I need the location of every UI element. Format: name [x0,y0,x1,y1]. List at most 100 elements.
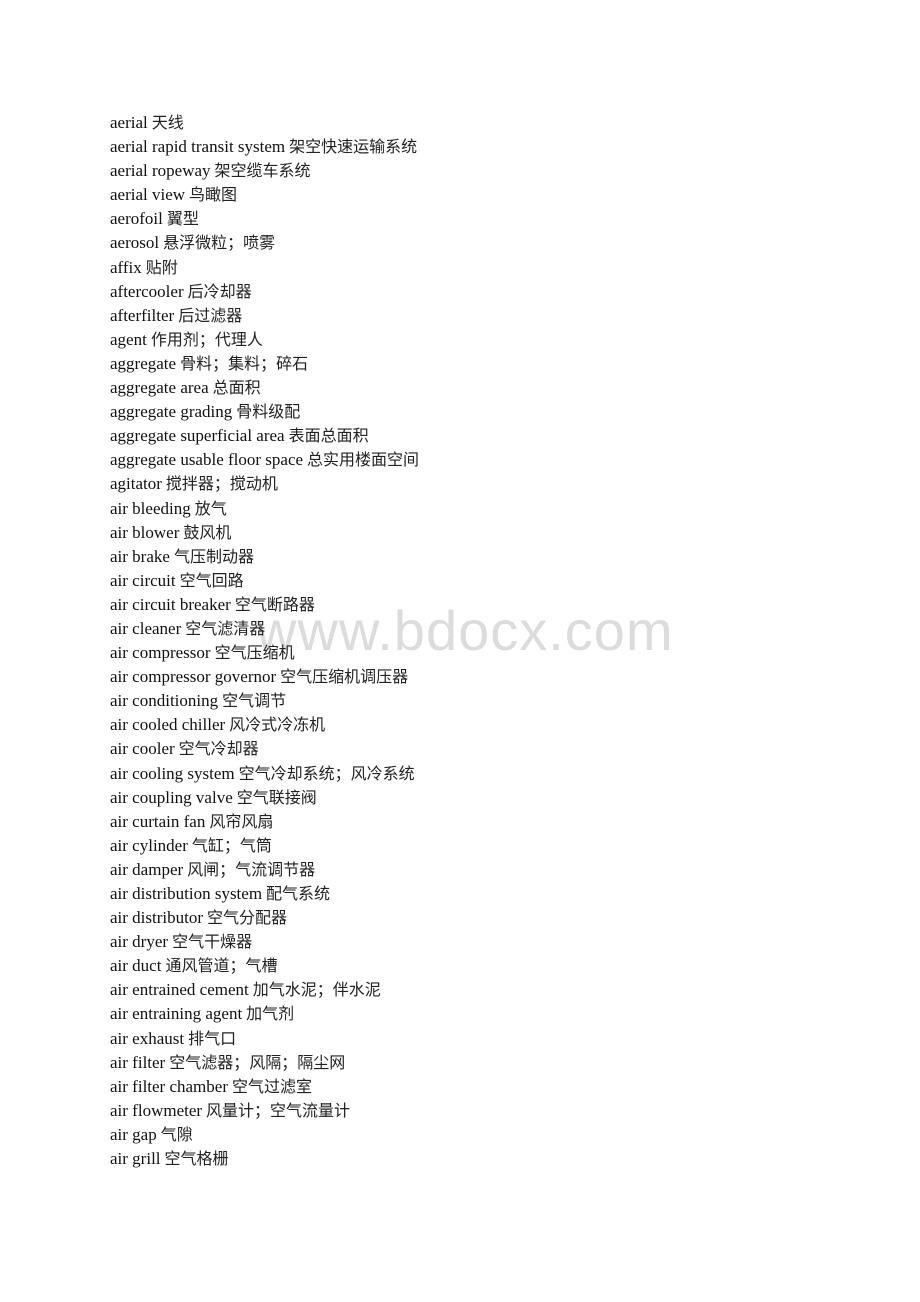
entry-definition: 气隙 [160,1124,193,1144]
glossary-entry: air cleaner 空气滤清器 [110,617,419,641]
glossary-entry: aggregate grading 骨料级配 [110,400,419,424]
glossary-entry: air entraining agent 加气剂 [110,1002,419,1026]
entry-term: air curtain fan [110,811,206,831]
entry-definition: 空气过滤室 [232,1076,313,1096]
entry-definition: 通风管道；气槽 [165,956,278,976]
glossary-entry: air grill 空气格栅 [110,1147,419,1171]
entry-definition: 后过滤器 [178,305,243,325]
entry-term: air cooled chiller [110,715,226,735]
entry-definition: 总面积 [212,378,261,398]
glossary-entry: air filter 空气滤器；风隔；隔尘网 [110,1051,419,1075]
glossary-entry: air blower 鼓风机 [110,521,419,545]
entry-term: air cleaner [110,618,182,638]
entry-term: air brake [110,546,170,566]
entry-term: aggregate [110,353,177,373]
entry-definition: 架空缆车系统 [214,161,311,181]
entry-definition: 空气干燥器 [172,932,253,952]
entry-definition: 空气分配器 [207,908,288,928]
entry-definition: 排气口 [188,1028,237,1048]
entry-term: air entraining agent [110,1004,243,1024]
glossary-entry: aggregate area 总面积 [110,376,419,400]
glossary-entry: air cooled chiller 风冷式冷冻机 [110,713,419,737]
entry-definition: 空气格栅 [164,1149,229,1169]
glossary-entry: air curtain fan 风帘风扇 [110,810,419,834]
entry-term: air coupling valve [110,787,233,807]
entry-term: air flowmeter [110,1100,203,1120]
entry-term: air bleeding [110,498,191,518]
entry-term: aerial ropeway [110,161,211,181]
glossary-entry: aerial ropeway 架空缆车系统 [110,159,419,183]
entry-term: aerial rapid transit system [110,137,286,157]
glossary-entry: afterfilter 后过滤器 [110,304,419,328]
entry-term: afterfilter [110,305,175,325]
entry-term: aerial [110,113,148,132]
entry-term: aftercooler [110,281,184,301]
glossary-entry: air compressor 空气压缩机 [110,641,419,665]
entry-definition: 空气冷却系统；风冷系统 [238,763,415,783]
entry-term: air compressor [110,643,211,663]
glossary-entry: air bleeding 放气 [110,497,419,521]
entry-definition: 总实用楼面空间 [307,450,420,470]
entry-definition: 贴附 [145,257,178,277]
entry-term: air cylinder [110,835,188,855]
entry-definition: 加气水泥；伴水泥 [252,980,381,1000]
glossary-entry: air distributor 空气分配器 [110,906,419,930]
glossary-entry: aerial view 鸟瞰图 [110,183,419,207]
entry-definition: 气缸；气筒 [191,835,272,855]
glossary-entry: air exhaust 排气口 [110,1027,419,1051]
glossary-entry: air damper 风闸；气流调节器 [110,858,419,882]
entry-term: aggregate area [110,378,209,398]
glossary-entry: aerofoil 翼型 [110,207,419,231]
entry-term: air distribution system [110,884,263,903]
glossary-entry: air coupling valve 空气联接阀 [110,786,419,810]
entry-term: air gap [110,1124,157,1144]
entry-definition: 气压制动器 [173,546,254,566]
entry-definition: 搅拌器；搅动机 [165,474,278,494]
glossary-entry: air duct 通风管道；气槽 [110,954,419,978]
entry-term: aerosol [110,233,160,253]
entry-definition: 骨料级配 [236,402,301,422]
glossary-list: aerial 天线 aerial rapid transit system 架空快速运… [110,111,419,1171]
entry-definition: 翼型 [166,209,199,229]
entry-definition: 空气断路器 [234,594,315,614]
entry-term: air entrained cement [110,980,249,1000]
glossary-entry: air distribution system 配气系统 [110,882,419,906]
entry-definition: 配气系统 [266,884,331,903]
entry-definition: 悬浮微粒；喷雾 [163,233,276,253]
glossary-entry: aerial 天线 [110,111,419,135]
entry-definition: 空气联接阀 [236,787,317,807]
glossary-entry: air compressor governor 空气压缩机调压器 [110,665,419,689]
glossary-entry: air cylinder 气缸；气筒 [110,834,419,858]
entry-term: air conditioning [110,691,219,711]
glossary-entry: air entrained cement 加气水泥；伴水泥 [110,978,419,1002]
entry-definition: 空气压缩机调压器 [280,667,409,687]
entry-term: aggregate superficial area [110,426,285,446]
entry-term: agent [110,329,147,349]
entry-definition: 空气回路 [179,570,244,590]
glossary-entry: affix 贴附 [110,256,419,280]
entry-definition: 风闸；气流调节器 [187,859,316,879]
entry-definition: 作用剂；代理人 [150,329,263,349]
entry-definition: 风帘风扇 [209,811,274,831]
glossary-entry: air gap 气隙 [110,1123,419,1147]
glossary-entry: air flowmeter 风量计；空气流量计 [110,1099,419,1123]
entry-definition: 空气滤器；风隔；隔尘网 [169,1052,346,1072]
entry-term: air duct [110,956,162,976]
entry-term: air filter chamber [110,1076,228,1096]
entry-term: air damper [110,859,184,879]
entry-definition: 风冷式冷冻机 [229,715,326,735]
entry-definition: 空气压缩机 [214,643,295,663]
entry-term: aggregate usable floor space [110,450,304,470]
glossary-entry: aftercooler 后冷却器 [110,280,419,304]
entry-definition: 空气滤清器 [185,618,266,638]
glossary-entry: agitator 搅拌器；搅动机 [110,472,419,496]
entry-term: affix [110,257,142,277]
entry-term: aerial view [110,185,186,205]
entry-definition: 表面总面积 [288,426,369,446]
entry-definition: 加气剂 [246,1004,295,1024]
glossary-entry: air cooler 空气冷却器 [110,737,419,761]
entry-term: agitator [110,474,162,494]
entry-term: aerofoil [110,209,163,229]
glossary-entry: aerial rapid transit system 架空快速运输系统 [110,135,419,159]
entry-definition: 空气调节 [222,691,287,711]
